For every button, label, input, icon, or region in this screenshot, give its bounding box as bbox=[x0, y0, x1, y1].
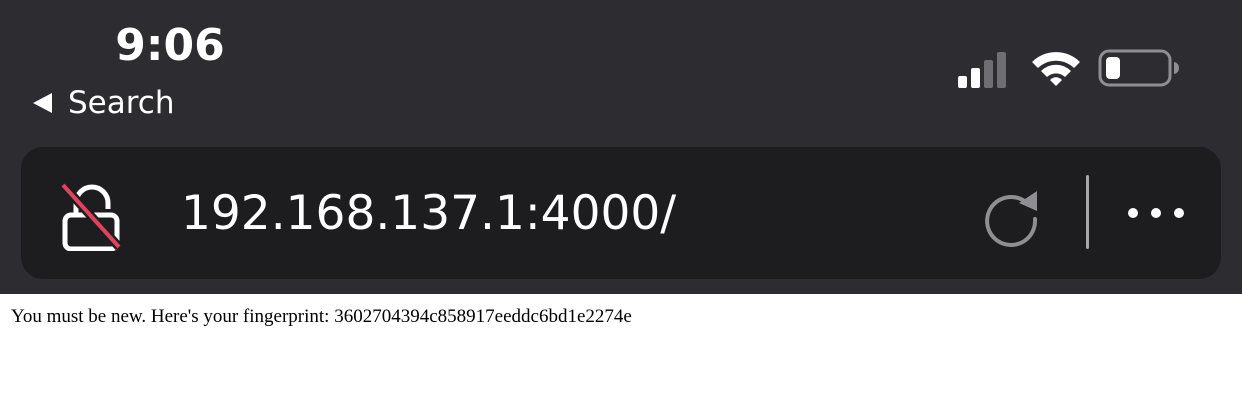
web-page-content: You must be new. Here's your fingerprint… bbox=[0, 294, 1242, 415]
reload-icon[interactable] bbox=[979, 183, 1043, 247]
signal-icon bbox=[958, 52, 1006, 88]
address-bar[interactable]: 192.168.137.1:4000/ bbox=[21, 147, 1221, 279]
back-to-search-button[interactable]: Search bbox=[30, 82, 175, 124]
status-bar: 9:06 Search bbox=[0, 0, 1242, 140]
toolbar-divider bbox=[1086, 175, 1089, 249]
url-text[interactable]: 192.168.137.1:4000/ bbox=[181, 181, 676, 247]
battery-icon bbox=[1098, 49, 1179, 87]
insecure-lock-icon[interactable] bbox=[57, 179, 127, 251]
more-icon[interactable] bbox=[1121, 193, 1191, 233]
wifi-icon bbox=[1032, 52, 1080, 86]
status-time: 9:06 bbox=[115, 20, 225, 71]
browser-chrome: 9:06 Search 192.168.137.1:4000/ bbox=[0, 0, 1242, 294]
back-label: Search bbox=[68, 85, 175, 121]
back-triangle-icon bbox=[33, 93, 52, 113]
fingerprint-message: You must be new. Here's your fingerprint… bbox=[11, 306, 632, 327]
